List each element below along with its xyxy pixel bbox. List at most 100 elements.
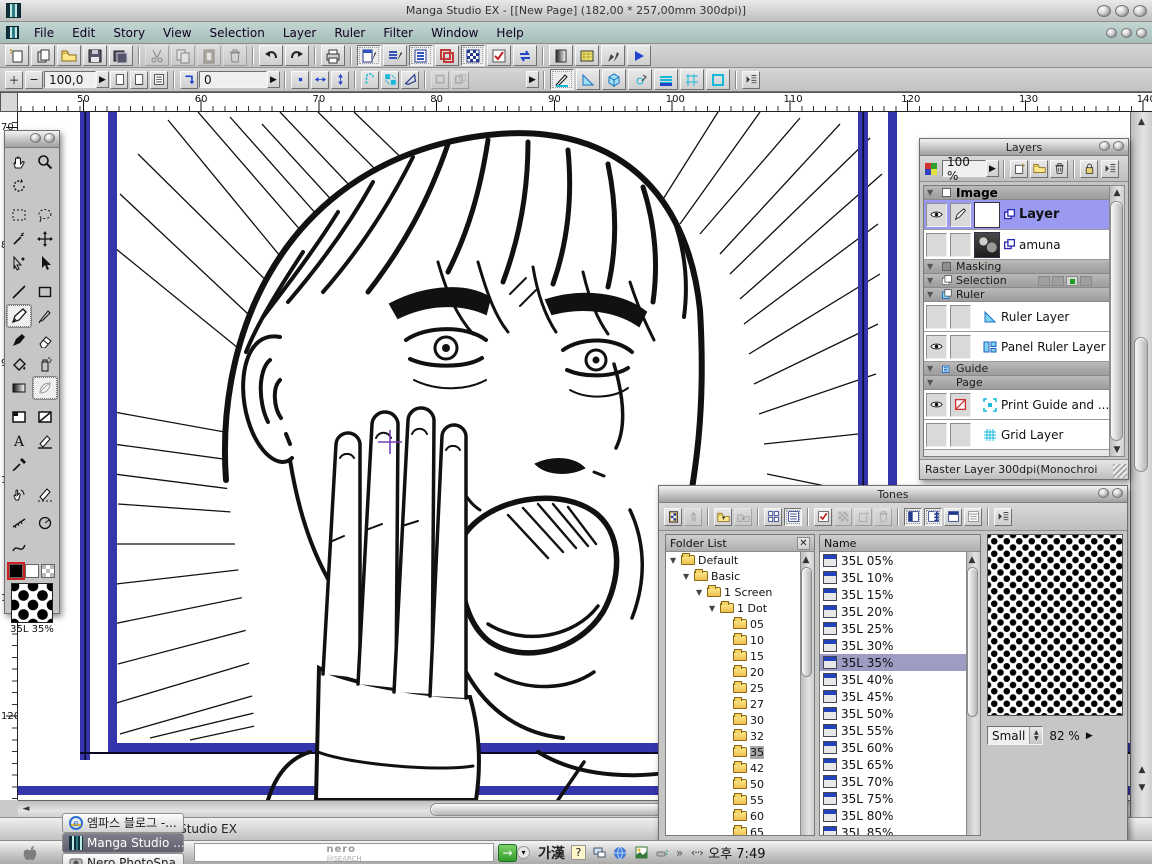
delete-button[interactable] <box>223 45 247 66</box>
tone-list-item[interactable]: 35L 80% <box>820 807 966 824</box>
size-spinner-icon[interactable]: ▲▼ <box>1029 727 1042 744</box>
layer-section-page[interactable]: ▼Page <box>924 376 1110 390</box>
deskbar-options-icon[interactable]: ▾ <box>517 846 530 859</box>
list-scroll-up[interactable]: ▲ <box>965 552 979 567</box>
opacity-menu-arrow[interactable]: ▶ <box>986 160 999 177</box>
layer-row-print-guide[interactable]: Print Guide and ... <box>924 390 1110 420</box>
tools-palette-titlebar[interactable] <box>5 131 59 148</box>
toggle-tools-palette-button[interactable] <box>357 45 381 66</box>
menu-item[interactable]: File <box>25 24 63 42</box>
folder-tree-scrollbar[interactable]: ▲ <box>800 552 814 835</box>
zoom-out-button[interactable]: − <box>25 71 43 89</box>
layer-row-amuna[interactable]: amuna <box>924 230 1110 260</box>
folder-tree-item[interactable]: ▼ 42 <box>666 760 800 776</box>
delete-layer-button[interactable] <box>1050 160 1068 178</box>
tone-list-item[interactable]: 35L 40% <box>820 671 966 688</box>
tone-list-item[interactable]: 35L 10% <box>820 569 966 586</box>
pattern-material-button[interactable] <box>575 45 599 66</box>
layers-resize-grip[interactable] <box>1113 464 1127 478</box>
line-tool[interactable] <box>6 280 32 304</box>
list-view-button[interactable] <box>784 508 802 526</box>
save-all-button[interactable] <box>109 45 133 66</box>
scroll-up-arrow[interactable]: ▲ <box>1134 114 1150 129</box>
lasso-tool[interactable] <box>32 203 58 227</box>
panel-tool[interactable] <box>6 405 32 429</box>
reset-view-button[interactable] <box>291 71 309 89</box>
frame-option-1-button[interactable] <box>431 71 449 89</box>
menu-item[interactable]: Selection <box>201 24 274 42</box>
visibility-toggle[interactable] <box>926 335 947 359</box>
layer-color-icon[interactable] <box>923 161 939 177</box>
taskbar-task-button[interactable]: Nero PhotoSna... <box>62 853 184 864</box>
layers-scrollbar[interactable]: ▲ ▼ <box>1109 185 1125 457</box>
new-story-button[interactable] <box>31 45 55 66</box>
rotate-view-button[interactable] <box>180 71 198 89</box>
folder-tree-item[interactable]: ▼ 15 <box>666 648 800 664</box>
snap-grid-button[interactable] <box>381 71 399 89</box>
toggle-tones-palette-button[interactable] <box>461 45 485 66</box>
tones-menu-button[interactable] <box>994 508 1012 526</box>
layers-scroll-up[interactable]: ▲ <box>1109 185 1125 200</box>
menu-item[interactable]: Layer <box>274 24 325 42</box>
next-page-button[interactable] <box>130 71 148 89</box>
vertical-scroll-thumb[interactable] <box>1134 337 1148 472</box>
pattern-brush-tool[interactable] <box>32 376 58 400</box>
no-print-toggle[interactable] <box>950 393 971 417</box>
layout-option-button[interactable] <box>944 508 962 526</box>
scroll-left-arrow[interactable]: ◄ <box>18 802 34 817</box>
tree-scroll-up[interactable]: ▲ <box>799 552 813 567</box>
move-tool[interactable] <box>32 227 58 251</box>
layer-opacity-field[interactable]: 100 % <box>942 160 986 177</box>
image-tray-icon[interactable] <box>634 845 649 860</box>
frame-ruler-button[interactable] <box>706 69 730 90</box>
usb-tray-icon[interactable] <box>655 845 670 860</box>
tone-list-item[interactable]: 35L 05% <box>820 552 966 569</box>
lock-layer-button[interactable] <box>1080 160 1098 178</box>
replace-tone-button[interactable] <box>684 508 702 526</box>
visibility-toggle[interactable] <box>926 305 947 329</box>
tone-check-button[interactable] <box>814 508 832 526</box>
line-ruler-tool[interactable] <box>6 511 32 535</box>
guide-ruler-button[interactable] <box>680 69 704 90</box>
pen-tool[interactable] <box>6 304 32 328</box>
folder-tree-item[interactable]: ▼ 55 <box>666 792 800 808</box>
layer-section-masking[interactable]: ▼Masking <box>924 260 1110 274</box>
zoom-menu-arrow[interactable]: ▶ <box>96 71 109 88</box>
tone-list-item[interactable]: 35L 20% <box>820 603 966 620</box>
hand-tool[interactable] <box>6 150 32 174</box>
network-globe-tray-icon[interactable] <box>613 845 628 860</box>
folder-tree-item[interactable]: ▼ Basic <box>666 568 800 584</box>
menu-item[interactable]: Story <box>104 24 154 42</box>
menu-item[interactable]: Help <box>487 24 532 42</box>
flip-vertical-button[interactable] <box>331 71 349 89</box>
folder-down-button[interactable] <box>734 508 752 526</box>
tone-list-item[interactable]: 35L 70% <box>820 773 966 790</box>
layers-scroll-down[interactable]: ▼ <box>1109 442 1125 457</box>
text-tool[interactable]: A <box>6 429 32 453</box>
toggle-layers-palette-button[interactable] <box>409 45 433 66</box>
menu-item[interactable]: Window <box>422 24 487 42</box>
layer-section-image[interactable]: ▼Image <box>924 186 1110 200</box>
frame-option-2-button[interactable] <box>451 71 469 89</box>
menu-item[interactable]: Filter <box>374 24 422 42</box>
draw-toggle[interactable] <box>950 305 971 329</box>
tones-close-button[interactable] <box>1112 488 1123 498</box>
layer-row-ruler-layer[interactable]: Ruler Layer <box>924 302 1110 332</box>
tone-list-column-header[interactable]: Name <box>820 535 980 552</box>
folder-tree-item[interactable]: ▼ 60 <box>666 808 800 824</box>
detail-view-button[interactable] <box>964 508 982 526</box>
marker-tool[interactable] <box>6 328 32 352</box>
rotate-canvas-tool[interactable] <box>6 174 32 198</box>
cut-button[interactable] <box>145 45 169 66</box>
tones-panel-titlebar[interactable]: Tones <box>659 486 1127 503</box>
layer-row-layer[interactable]: Layer <box>924 200 1110 230</box>
canvas-vertical-scrollbar[interactable]: ▲ ▲ ▼ <box>1130 112 1152 817</box>
draw-toggle[interactable] <box>950 423 971 447</box>
tone-preview-button[interactable] <box>834 508 852 526</box>
prev-page-button[interactable] <box>110 71 128 89</box>
start-button[interactable] <box>0 844 60 862</box>
menu-item[interactable]: View <box>154 24 200 42</box>
layer-properties-button[interactable] <box>383 45 407 66</box>
panel-cut-tool[interactable] <box>32 405 58 429</box>
toolbar-menu-button[interactable] <box>742 71 760 89</box>
